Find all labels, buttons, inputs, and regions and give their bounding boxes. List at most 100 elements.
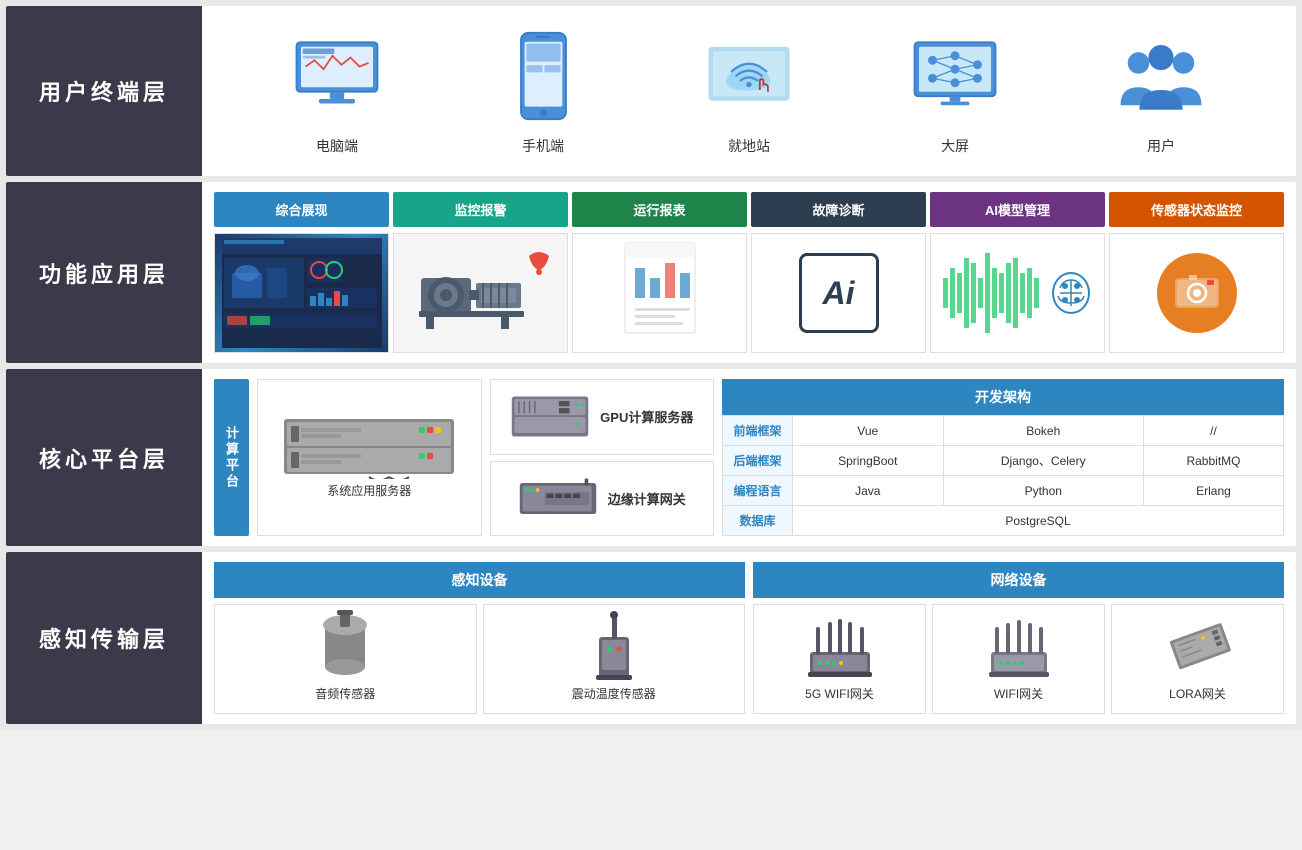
core-content: 计算平台	[214, 379, 1284, 536]
terminal-icons: 电脑端	[214, 16, 1284, 166]
wifi5g-gateway-label: 5G WIFI网关	[805, 685, 874, 702]
func-app-label: 功能应用层	[6, 182, 202, 363]
dev-table: 前端框架 Vue Bokeh // 后端框架 SpringBoot Django…	[722, 415, 1284, 536]
edge-gateway-item: 边缘计算网关	[490, 461, 715, 537]
audio-sensor-icon	[305, 617, 385, 677]
backend-rabbitmq: RabbitMQ	[1143, 446, 1283, 476]
compute-label: 计算平台	[214, 379, 249, 536]
func-card-fault: Ai	[751, 233, 926, 353]
func-app-content: 综合展现 监控报警 运行报表 故障诊断 AI模型管理 传感器状态监控	[202, 182, 1296, 363]
soundwave-img	[931, 234, 1104, 352]
table-row-database: 数据库 PostgreSQL	[723, 506, 1284, 536]
users-icon	[1111, 26, 1211, 126]
backend-springboot: SpringBoot	[793, 446, 944, 476]
func-tab-monitor[interactable]: 监控报警	[393, 192, 568, 227]
func-card-sensor-state	[1109, 233, 1284, 353]
edge-gateway-icon	[518, 473, 598, 523]
network-items: 5G WIFI网关	[753, 604, 1284, 714]
func-card-comprehensive	[214, 233, 389, 353]
terminal-item-station: 就地站	[699, 26, 799, 156]
terminal-item-screen: 大屏	[905, 26, 1005, 156]
perception-row: 感知传输层 感知设备	[6, 552, 1296, 724]
system-server-icon	[279, 416, 459, 476]
terminal-item-phone: 手机端	[493, 26, 593, 156]
database-postgresql: PostgreSQL	[793, 506, 1284, 536]
frontend-vue: Vue	[793, 416, 944, 446]
backend-header: 后端框架	[723, 446, 793, 476]
func-tab-report[interactable]: 运行报表	[572, 192, 747, 227]
wifi-gateway-item: WIFI网关	[932, 604, 1105, 714]
dev-framework: 开发架构 前端框架 Vue Bokeh // 后端框架 SpringB	[722, 379, 1284, 536]
system-server-item: 系统应用服务器	[257, 379, 482, 536]
system-server-label: 系统应用服务器	[327, 482, 411, 499]
machinery-img	[394, 234, 567, 352]
func-header: 综合展现 监控报警 运行报表 故障诊断 AI模型管理 传感器状态监控	[214, 192, 1284, 227]
frontend-bokeh: Bokeh	[943, 416, 1143, 446]
lora-gateway-item: LORA网关	[1111, 604, 1284, 714]
computer-label: 电脑端	[316, 136, 358, 156]
func-tab-ai[interactable]: AI模型管理	[930, 192, 1105, 227]
perception-items: 音频传感器	[214, 604, 745, 714]
sensor-orange-icon	[1157, 253, 1237, 333]
station-icon	[699, 26, 799, 126]
gpu-edge-items: GPU计算服务器	[490, 379, 715, 536]
func-tab-comprehensive[interactable]: 综合展现	[214, 192, 389, 227]
dashboard-img	[215, 234, 388, 352]
vibration-sensor-icon	[574, 617, 654, 677]
language-header: 编程语言	[723, 476, 793, 506]
screen-icon	[905, 26, 1005, 126]
user-terminal-content: 电脑端	[202, 6, 1296, 176]
language-python: Python	[943, 476, 1143, 506]
language-erlang: Erlang	[1143, 476, 1283, 506]
ai-badge: Ai	[799, 253, 879, 333]
dev-framework-title: 开发架构	[722, 379, 1284, 415]
core-platform-row: 核心平台层 计算平台	[6, 369, 1296, 546]
wifi-gateway-label: WIFI网关	[994, 685, 1043, 702]
terminal-item-users: 用户	[1111, 26, 1211, 156]
table-row-frontend: 前端框架 Vue Bokeh //	[723, 416, 1284, 446]
table-row-language: 编程语言 Java Python Erlang	[723, 476, 1284, 506]
terminal-item-computer: 电脑端	[287, 26, 387, 156]
vibration-sensor-item: 震动温度传感器	[483, 604, 746, 714]
users-label: 用户	[1147, 136, 1175, 156]
func-card-report	[572, 233, 747, 353]
perception-devices-title: 感知设备	[214, 562, 745, 598]
database-header: 数据库	[723, 506, 793, 536]
gpu-server-item: GPU计算服务器	[490, 379, 715, 455]
frontend-slash: //	[1143, 416, 1283, 446]
table-row-backend: 后端框架 SpringBoot Django、Celery RabbitMQ	[723, 446, 1284, 476]
func-card-ai	[930, 233, 1105, 353]
phone-label: 手机端	[522, 136, 564, 156]
backend-django: Django、Celery	[943, 446, 1143, 476]
gpu-server-icon	[510, 392, 590, 442]
audio-sensor-item: 音频传感器	[214, 604, 477, 714]
wifi5g-gateway-item: 5G WIFI网关	[753, 604, 926, 714]
func-app-row: 功能应用层 综合展现 监控报警 运行报表 故障诊断 AI模型管理 传感器状态监控	[6, 182, 1296, 363]
core-platform-label: 核心平台层	[6, 369, 202, 546]
func-tab-sensor[interactable]: 传感器状态监控	[1109, 192, 1284, 227]
user-terminal-label: 用户终端层	[6, 6, 202, 176]
func-tab-fault[interactable]: 故障诊断	[751, 192, 926, 227]
computer-icon	[287, 26, 387, 126]
edge-gateway-label: 边缘计算网关	[608, 489, 686, 508]
perception-content-wrap: 感知设备	[202, 552, 1296, 724]
wifi-gateway-icon	[979, 617, 1059, 677]
perception-label: 感知传输层	[6, 552, 202, 724]
vibration-sensor-label: 震动温度传感器	[572, 685, 656, 702]
server-items: 系统应用服务器	[257, 379, 482, 536]
network-devices-title: 网络设备	[753, 562, 1284, 598]
user-terminal-row: 用户终端层	[6, 6, 1296, 176]
station-label: 就地站	[728, 136, 770, 156]
compute-platform: 计算平台	[214, 379, 714, 536]
wifi5g-gateway-icon	[800, 617, 880, 677]
audio-sensor-label: 音频传感器	[315, 685, 375, 702]
func-body: Ai	[214, 233, 1284, 353]
network-devices-section: 网络设备	[753, 562, 1284, 714]
lora-gateway-label: LORA网关	[1169, 685, 1226, 702]
perception-content: 感知设备	[214, 562, 1284, 714]
language-java: Java	[793, 476, 944, 506]
report-img	[573, 234, 746, 352]
frontend-header: 前端框架	[723, 416, 793, 446]
lora-gateway-icon	[1158, 617, 1238, 677]
screen-label: 大屏	[941, 136, 969, 156]
